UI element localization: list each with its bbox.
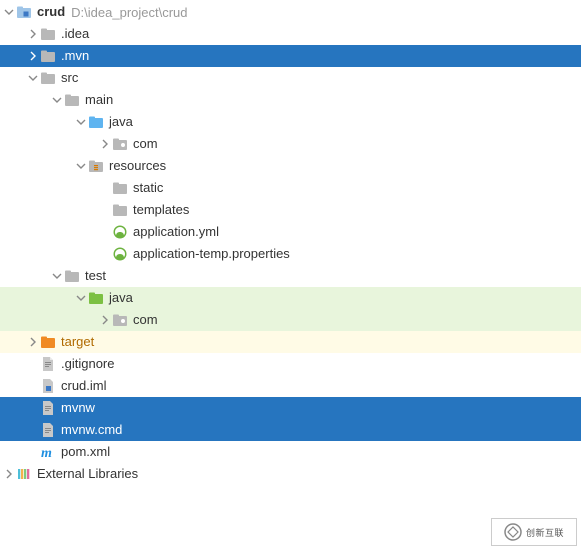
node-label: com — [133, 309, 158, 331]
node-label: mvnw — [61, 397, 95, 419]
node-label: External Libraries — [37, 463, 138, 485]
node-label: crud.iml — [61, 375, 107, 397]
tree-row-test[interactable]: test — [0, 265, 581, 287]
node-label: com — [133, 133, 158, 155]
folder-icon — [40, 70, 56, 86]
node-label: static — [133, 177, 163, 199]
folder-icon — [112, 180, 128, 196]
tree-row-com-test[interactable]: com — [0, 309, 581, 331]
chevron-down-icon[interactable] — [50, 269, 64, 283]
tree-row-target[interactable]: target — [0, 331, 581, 353]
root-name: crud — [37, 1, 65, 23]
node-label: src — [61, 67, 78, 89]
tree-row-java-main[interactable]: java — [0, 111, 581, 133]
chevron-down-icon[interactable] — [74, 159, 88, 173]
package-icon — [112, 136, 128, 152]
file-icon — [40, 356, 56, 372]
test-folder-icon — [88, 290, 104, 306]
file-icon — [40, 400, 56, 416]
node-label: .mvn — [61, 45, 89, 67]
node-label: .gitignore — [61, 353, 114, 375]
node-label: java — [109, 287, 133, 309]
tree-row-application-temp[interactable]: application-temp.properties — [0, 243, 581, 265]
chevron-right-icon[interactable] — [98, 137, 112, 151]
excluded-folder-icon — [40, 334, 56, 350]
chevron-down-icon[interactable] — [50, 93, 64, 107]
node-label: .idea — [61, 23, 89, 45]
chevron-down-icon[interactable] — [2, 5, 16, 19]
tree-row-com-main[interactable]: com — [0, 133, 581, 155]
folder-icon — [64, 268, 80, 284]
tree-row-external-libs[interactable]: External Libraries — [0, 463, 581, 485]
node-label: java — [109, 111, 133, 133]
tree-row-mvnw[interactable]: mvnw — [0, 397, 581, 419]
source-folder-icon — [88, 114, 104, 130]
tree-row-src[interactable]: src — [0, 67, 581, 89]
chevron-down-icon[interactable] — [74, 291, 88, 305]
chevron-right-icon[interactable] — [2, 467, 16, 481]
tree-row-gitignore[interactable]: .gitignore — [0, 353, 581, 375]
node-label: mvnw.cmd — [61, 419, 122, 441]
library-icon — [16, 466, 32, 482]
node-label: test — [85, 265, 106, 287]
file-icon — [40, 422, 56, 438]
tree-row-idea[interactable]: .idea — [0, 23, 581, 45]
tree-row-static[interactable]: static — [0, 177, 581, 199]
chevron-right-icon[interactable] — [26, 335, 40, 349]
tree-row-main[interactable]: main — [0, 89, 581, 111]
module-folder-icon — [16, 4, 32, 20]
tree-row-mvn[interactable]: .mvn — [0, 45, 581, 67]
node-label: pom.xml — [61, 441, 110, 463]
maven-icon: m — [40, 444, 56, 460]
chevron-down-icon[interactable] — [74, 115, 88, 129]
chevron-right-icon[interactable] — [98, 313, 112, 327]
resources-folder-icon — [88, 158, 104, 174]
tree-row-templates[interactable]: templates — [0, 199, 581, 221]
watermark-logo-icon — [504, 523, 522, 541]
folder-icon — [40, 48, 56, 64]
tree-row-application-yml[interactable]: application.yml — [0, 221, 581, 243]
root-path: D:\idea_project\crud — [71, 5, 187, 20]
iml-file-icon — [40, 378, 56, 394]
node-label: application-temp.properties — [133, 243, 290, 265]
chevron-right-icon[interactable] — [26, 49, 40, 63]
tree-row-pom[interactable]: m pom.xml — [0, 441, 581, 463]
project-tree[interactable]: crud D:\idea_project\crud .idea .mvn src… — [0, 0, 581, 485]
node-label: target — [61, 331, 94, 353]
spring-config-icon — [112, 224, 128, 240]
node-label: main — [85, 89, 113, 111]
node-label: resources — [109, 155, 166, 177]
node-label: templates — [133, 199, 189, 221]
chevron-right-icon[interactable] — [26, 27, 40, 41]
tree-row-java-test[interactable]: java — [0, 287, 581, 309]
folder-icon — [112, 202, 128, 218]
package-icon — [112, 312, 128, 328]
watermark-text: 创新互联 — [526, 526, 564, 539]
tree-row-crud-iml[interactable]: crud.iml — [0, 375, 581, 397]
folder-icon — [40, 26, 56, 42]
tree-row-resources[interactable]: resources — [0, 155, 581, 177]
folder-icon — [64, 92, 80, 108]
node-label: application.yml — [133, 221, 219, 243]
chevron-down-icon[interactable] — [26, 71, 40, 85]
spring-config-icon — [112, 246, 128, 262]
watermark: 创新互联 — [491, 518, 577, 546]
tree-row-root[interactable]: crud D:\idea_project\crud — [0, 1, 581, 23]
svg-text:m: m — [41, 446, 52, 460]
tree-row-mvnw-cmd[interactable]: mvnw.cmd — [0, 419, 581, 441]
